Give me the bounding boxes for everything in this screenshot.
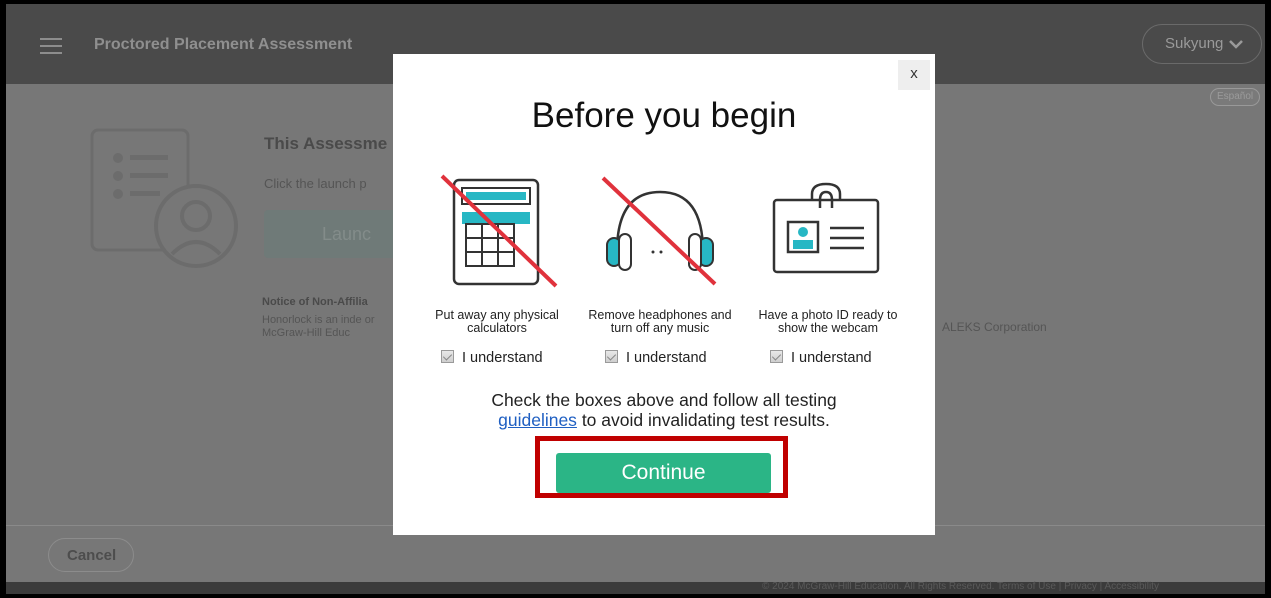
language-toggle[interactable]: Español	[1210, 88, 1261, 106]
checkbox-label: I understand	[791, 350, 872, 366]
headphones-crossed-icon	[601, 176, 717, 286]
assessment-illustration-icon	[90, 128, 238, 268]
chevron-down-icon	[1229, 40, 1243, 49]
notice-text: Honorlock is an inde or McGraw-Hill Educ	[262, 314, 375, 339]
assessment-heading: This Assessme	[264, 134, 388, 153]
cancel-button[interactable]: Cancel	[48, 538, 134, 572]
guidelines-link[interactable]: guidelines	[498, 410, 577, 430]
checkbox[interactable]	[441, 350, 454, 363]
photo-id-understand-checkbox[interactable]: I understand	[770, 350, 872, 368]
testing-instruction: Check the boxes above and follow all tes…	[393, 390, 935, 430]
launch-instruction: Click the launch p	[264, 176, 367, 191]
continue-button[interactable]: Continue	[556, 453, 771, 493]
app-title: Proctored Placement Assessment	[94, 36, 353, 53]
checkbox[interactable]	[770, 350, 783, 363]
menu-icon[interactable]	[40, 38, 62, 54]
launch-button[interactable]: Launc	[264, 210, 404, 258]
instruction-text-pre: Check the boxes above and follow all tes…	[491, 390, 837, 410]
close-button[interactable]: x	[898, 60, 930, 90]
calculator-caption: Put away any physical calculators	[435, 308, 559, 335]
headphones-understand-checkbox[interactable]: I understand	[605, 350, 707, 368]
checkbox[interactable]	[605, 350, 618, 363]
user-menu-button[interactable]: Sukyung	[1142, 24, 1262, 64]
calculator-understand-checkbox[interactable]: I understand	[441, 350, 543, 368]
notice-text-right: ALEKS Corporation	[942, 320, 1047, 334]
copyright-bar: © 2024 McGraw-Hill Education. All Rights…	[6, 581, 1265, 594]
checkbox-label: I understand	[626, 350, 707, 366]
photo-id-icon	[772, 182, 880, 274]
notice-title: Notice of Non-Affilia	[262, 296, 368, 308]
checkbox-label: I understand	[462, 350, 543, 366]
headphones-caption: Remove headphones and turn off any music	[588, 308, 732, 335]
modal-title: Before you begin	[531, 96, 797, 135]
instruction-text-post: to avoid invalidating test results.	[581, 410, 830, 430]
calculator-crossed-icon	[440, 174, 558, 288]
photo-id-caption: Have a photo ID ready to show the webcam	[758, 308, 898, 335]
user-name: Sukyung	[1165, 35, 1224, 52]
copyright-text: © 2024 McGraw-Hill Education. All Rights…	[762, 581, 1159, 592]
